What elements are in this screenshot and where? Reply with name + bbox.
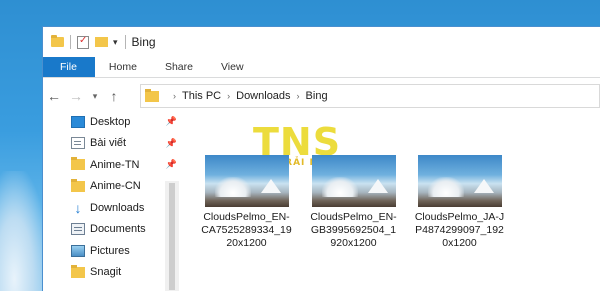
nav-item-documents[interactable]: Documents 📌 — [43, 219, 181, 241]
nav-item-desktop[interactable]: Desktop 📌 — [43, 111, 181, 133]
image-thumbnail[interactable] — [418, 155, 502, 207]
image-thumbnail[interactable] — [312, 155, 396, 207]
nav-item-label: Downloads — [90, 201, 145, 214]
ribbon-tabs: File Home Share View — [43, 57, 600, 78]
tab-view[interactable]: View — [207, 57, 258, 77]
quick-access-toolbar: ▾ — [51, 35, 132, 49]
nav-item-pictures[interactable]: Pictures 📌 — [43, 240, 181, 262]
navigation-row: ← → ▾ ↑ › This PC › Downloads › Bing — [43, 84, 600, 108]
image-thumbnail[interactable] — [205, 155, 289, 207]
chevron-right-icon[interactable]: › — [227, 91, 230, 101]
nav-item-label: Snagit — [90, 266, 122, 279]
pin-icon[interactable]: 📌 — [166, 159, 177, 170]
nav-item-label: Desktop — [90, 115, 131, 128]
recent-locations-chevron-icon[interactable]: ▾ — [87, 91, 103, 102]
toolbar-separator — [70, 35, 71, 49]
file-item[interactable]: CloudsPelmo_EN-GB3995692504_1920x1200 — [306, 155, 401, 250]
tab-home[interactable]: Home — [95, 57, 151, 77]
folder-icon — [145, 88, 159, 102]
nav-item-anime-cn[interactable]: Anime-CN 📌 — [43, 176, 181, 198]
nav-item-label: Bài viết — [90, 137, 127, 150]
properties-icon[interactable] — [77, 35, 89, 49]
nav-item-label: Pictures — [90, 244, 130, 257]
toolbar-separator — [124, 35, 126, 49]
chevron-right-icon[interactable]: › — [297, 91, 300, 101]
file-name: CloudsPelmo_EN-CA7525289334_1920x1200 — [201, 211, 292, 249]
folder-icon — [71, 264, 85, 278]
navigation-pane: Desktop 📌 Bài viết 📌 Anime-TN 📌 Anime-CN… — [43, 111, 181, 291]
nav-item-label: Documents — [90, 223, 146, 236]
folder-icon — [71, 157, 85, 171]
folder-icon — [71, 178, 85, 192]
desktop-icon — [71, 115, 85, 128]
forward-arrow-icon[interactable]: → — [65, 88, 87, 104]
file-name: CloudsPelmo_JA-JP4874299097_1920x1200 — [414, 211, 505, 249]
download-icon: ↓ — [74, 199, 82, 216]
up-arrow-icon[interactable]: ↑ — [103, 88, 125, 104]
file-item[interactable]: CloudsPelmo_JA-JP4874299097_1920x1200 — [412, 155, 507, 250]
window-title: Bing — [131, 35, 156, 49]
tab-share[interactable]: Share — [151, 57, 207, 77]
file-explorer-window: ▾ Bing File Home Share View ← → ▾ ↑ › Th… — [42, 26, 600, 291]
breadcrumb-this-pc[interactable]: This PC — [182, 90, 221, 102]
address-bar[interactable]: › This PC › Downloads › Bing — [140, 84, 600, 108]
tab-file[interactable]: File — [43, 57, 95, 77]
pin-icon[interactable]: 📌 — [166, 138, 177, 149]
document-icon — [71, 137, 85, 150]
scrollbar-thumb[interactable] — [169, 183, 175, 290]
file-item[interactable]: CloudsPelmo_EN-CA7525289334_1920x1200 — [199, 155, 294, 250]
nav-pane-scrollbar[interactable] — [165, 181, 179, 291]
new-folder-icon[interactable] — [95, 37, 108, 47]
desktop-background — [0, 171, 48, 291]
nav-item-bai-viet[interactable]: Bài viết 📌 — [43, 133, 181, 155]
back-arrow-icon[interactable]: ← — [43, 88, 65, 104]
nav-item-anime-tn[interactable]: Anime-TN 📌 — [43, 154, 181, 176]
nav-item-downloads[interactable]: ↓ Downloads 📌 — [43, 197, 181, 219]
customize-toolbar-dropdown-icon[interactable]: ▾ — [113, 37, 118, 48]
documents-icon — [71, 223, 85, 236]
pin-icon[interactable]: 📌 — [166, 116, 177, 127]
breadcrumb-bing[interactable]: Bing — [306, 90, 328, 102]
file-name: CloudsPelmo_EN-GB3995692504_1920x1200 — [310, 211, 397, 249]
folder-icon — [51, 35, 64, 47]
nav-item-label: Anime-TN — [90, 158, 140, 171]
pictures-icon — [71, 244, 85, 257]
nav-item-snagit[interactable]: Snagit 📌 — [43, 262, 181, 284]
breadcrumb-downloads[interactable]: Downloads — [236, 90, 290, 102]
chevron-right-icon[interactable]: › — [173, 91, 176, 101]
nav-item-label: Anime-CN — [90, 180, 141, 193]
title-bar: ▾ Bing — [43, 27, 600, 57]
